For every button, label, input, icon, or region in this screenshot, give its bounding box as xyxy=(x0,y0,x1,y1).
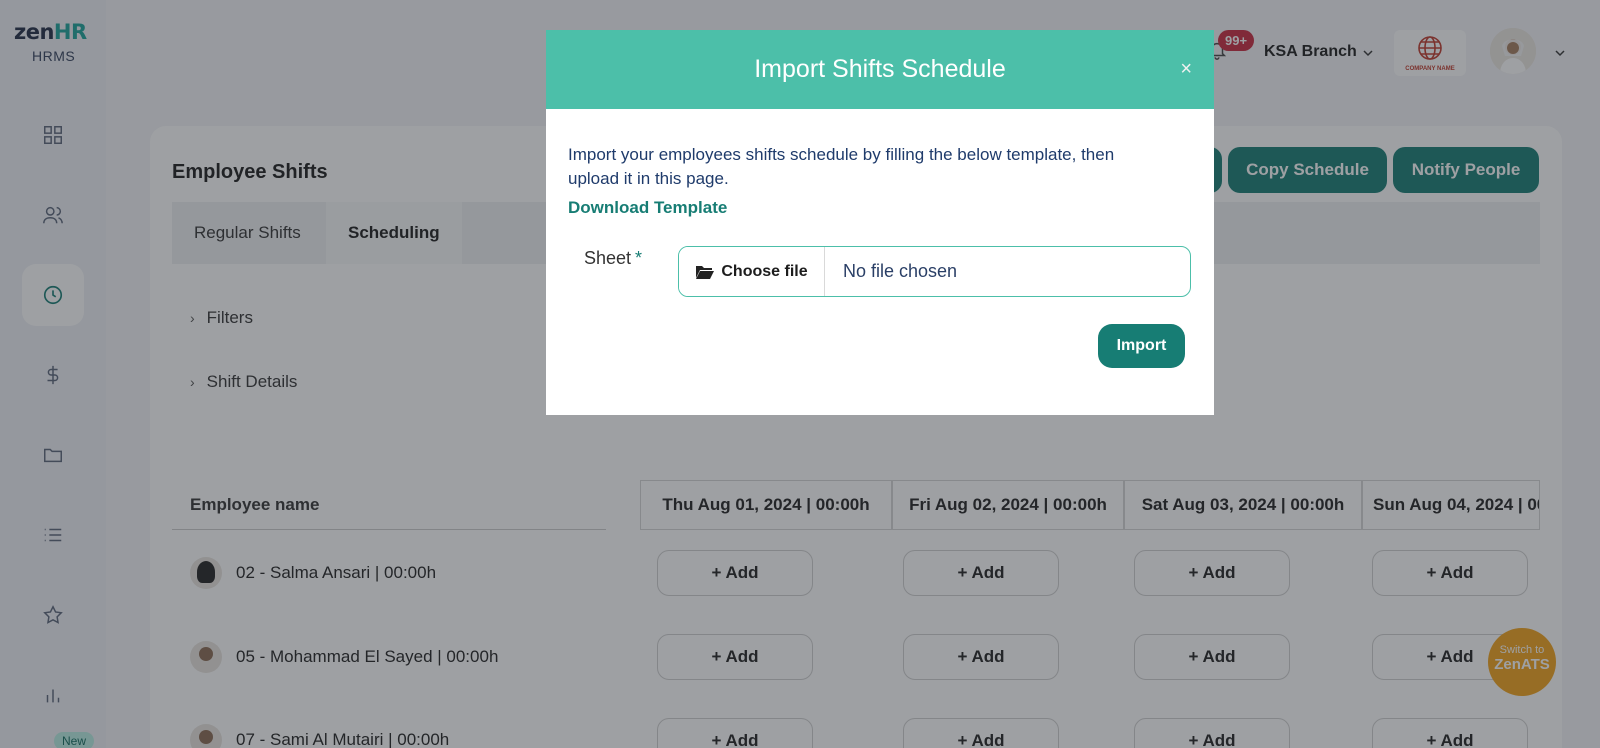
import-button[interactable]: Import xyxy=(1098,324,1185,368)
folder-open-icon xyxy=(696,265,715,279)
modal-header: Import Shifts Schedule × xyxy=(546,30,1214,109)
choose-file-button[interactable]: Choose file xyxy=(679,247,825,296)
import-shifts-modal: Import Shifts Schedule × Import your emp… xyxy=(546,30,1214,415)
sheet-label-text: Sheet xyxy=(584,248,632,268)
download-template-link[interactable]: Download Template xyxy=(568,198,727,218)
modal-description: Import your employees shifts schedule by… xyxy=(568,145,1115,188)
required-mark: * xyxy=(635,248,643,268)
choose-file-label: Choose file xyxy=(721,262,808,280)
modal-title: Import Shifts Schedule xyxy=(754,55,1006,83)
file-status-text: No file chosen xyxy=(843,261,958,281)
sheet-file-input[interactable]: Choose file No file chosen xyxy=(678,246,1191,297)
close-icon[interactable]: × xyxy=(1180,58,1192,81)
sheet-label: Sheet * xyxy=(584,248,642,269)
